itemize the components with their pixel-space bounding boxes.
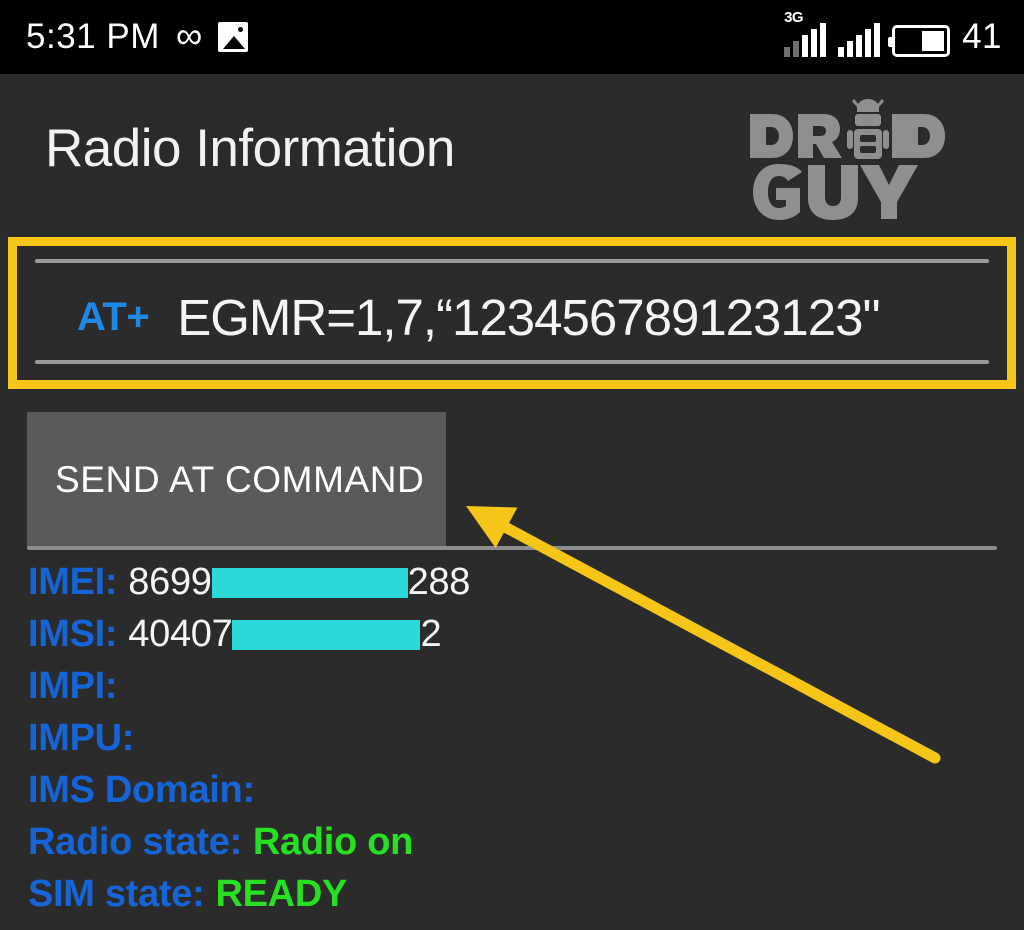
radio-info-label: IMPI:	[28, 664, 118, 707]
send-at-command-button[interactable]: SEND AT COMMAND	[27, 412, 446, 548]
status-bar: 5:31 PM ∞ 3G 41	[0, 0, 1024, 74]
value-prefix: 8699	[128, 560, 212, 603]
radio-info-row: IMEI: 8699 288	[28, 556, 1008, 608]
infinity-icon: ∞	[175, 14, 203, 56]
radio-info-label: IMS Domain:	[28, 768, 255, 811]
radio-info-value: READY	[215, 873, 347, 916]
radio-info-value: 8699 288	[128, 561, 470, 604]
value-suffix: 288	[407, 560, 471, 603]
input-bottom-rule	[35, 360, 989, 364]
redaction-bar	[232, 620, 421, 651]
value-prefix: Radio on	[252, 820, 414, 863]
value-prefix: 40407	[128, 612, 233, 655]
at-command-input[interactable]: EGMR=1,7,“123456789123123"	[177, 288, 880, 347]
radio-info-row: SIM state: READY	[28, 868, 1008, 920]
radio-info-label: IMSI:	[28, 612, 118, 655]
mobile-signal-icon-2	[838, 23, 881, 57]
status-clock: 5:31 PM	[26, 17, 160, 56]
radio-info-value: Radio on	[253, 821, 413, 864]
value-prefix: READY	[215, 872, 348, 915]
network-type-label: 3G	[784, 9, 804, 26]
phone-screenshot: 5:31 PM ∞ 3G 41 Radio Information AT+ EG…	[0, 0, 1024, 930]
status-bar-right: 3G 41	[784, 9, 1002, 57]
radio-info-label: Radio state:	[28, 820, 242, 863]
arrow-head	[466, 506, 518, 549]
radio-info-list: IMEI: 8699 288 IMSI: 40407 2 IMPI: IMPU: IMS Dom…	[28, 556, 1008, 920]
page-title: Radio Information	[45, 119, 455, 178]
droid-guy-watermark-logo	[746, 94, 946, 222]
radio-info-label: SIM state:	[28, 872, 205, 915]
radio-info-label: IMPU:	[28, 716, 135, 759]
at-command-highlight-box: AT+ EGMR=1,7,“123456789123123"	[8, 237, 1016, 389]
at-prefix-label: AT+	[77, 294, 150, 339]
radio-info-label: IMEI:	[28, 560, 118, 603]
status-bar-left: 5:31 PM ∞	[26, 14, 249, 57]
input-top-rule	[35, 259, 989, 263]
app-header: Radio Information	[0, 74, 1024, 234]
radio-info-value: 40407 2	[128, 613, 441, 656]
image-icon	[218, 22, 249, 52]
value-suffix: 2	[420, 612, 442, 655]
battery-icon	[888, 25, 951, 57]
content-divider	[27, 546, 997, 550]
mobile-signal-icon-1: 3G	[784, 9, 827, 57]
at-command-input-row[interactable]: AT+ EGMR=1,7,“123456789123123"	[17, 272, 1007, 362]
redaction-bar	[211, 568, 408, 599]
radio-info-row: IMS Domain:	[28, 764, 1008, 816]
battery-percentage: 41	[962, 17, 1002, 56]
radio-info-row: IMSI: 40407 2	[28, 608, 1008, 660]
radio-info-row: Radio state: Radio on	[28, 816, 1008, 868]
radio-info-row: IMPU:	[28, 712, 1008, 764]
radio-info-row: IMPI:	[28, 660, 1008, 712]
